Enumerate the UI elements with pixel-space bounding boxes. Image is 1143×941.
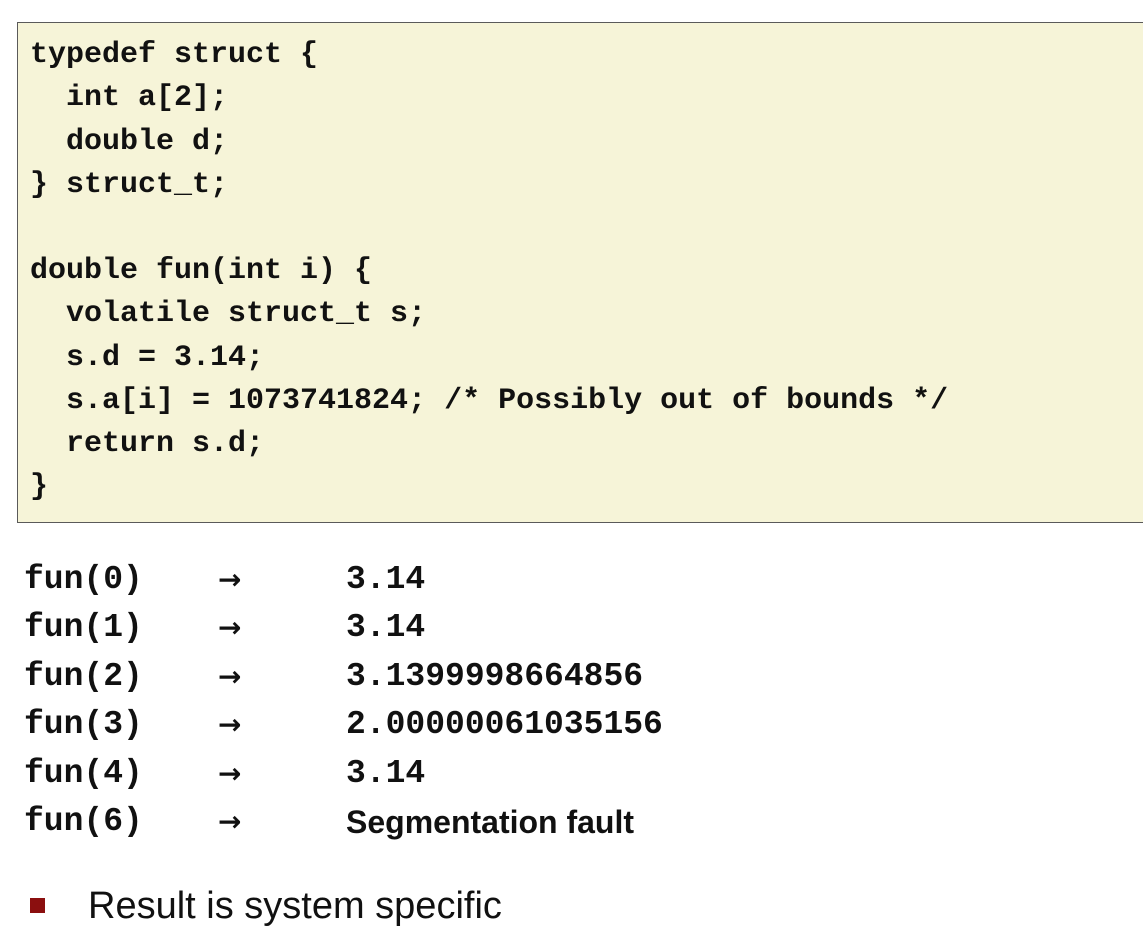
result-value: 3.14 [346,755,426,792]
code-line: typedef struct { [30,38,319,72]
function-call: fun(3) [24,706,143,743]
code-line: double d; [30,125,229,159]
function-call: fun(2) [24,658,143,695]
result-value: 3.14 [346,561,426,598]
bullet-text: Result is system specific [88,885,502,927]
result-value: 2.00000061035156 [346,706,663,743]
arrow-icon: → [218,708,242,741]
code-line: } struct_t; [30,168,229,202]
code-line: volatile struct_t s; [30,297,427,331]
code-line: int a[2]; [30,81,229,115]
function-call: fun(0) [24,561,143,598]
result-value: 3.1399998664856 [346,658,644,695]
code-line: } [30,470,49,504]
square-bullet-icon [30,898,45,913]
function-call: fun(1) [24,609,143,646]
arrow-icon: → [218,660,242,693]
code-block: typedef struct { int a[2]; double d; } s… [17,22,1143,523]
code-line: s.d = 3.14; [30,341,265,375]
arrow-icon: → [218,757,242,790]
code-line: return s.d; [30,427,265,461]
function-call: fun(6) [24,803,143,840]
arrow-icon: → [218,563,242,596]
code-line: double fun(int i) { [30,254,373,288]
result-value: 3.14 [346,609,426,646]
arrow-icon: → [218,611,242,644]
function-call: fun(4) [24,755,143,792]
code-line: s.a[i] = 1073741824; /* Possibly out of … [30,384,949,418]
arrow-icon: → [218,805,242,838]
result-value: Segmentation fault [346,804,635,840]
